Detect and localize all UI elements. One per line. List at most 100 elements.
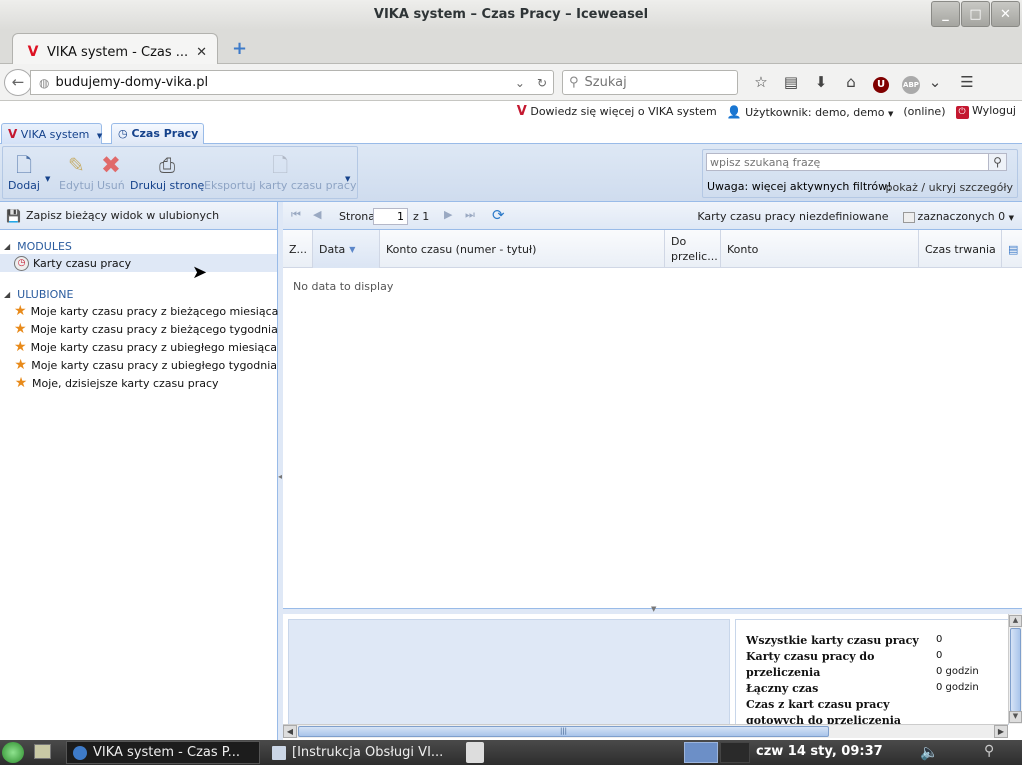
- learn-more-text: Dowiedz się więcej o VIKA system: [530, 105, 717, 118]
- column-header-account[interactable]: Konto: [721, 230, 919, 268]
- summary-vertical-scrollbar[interactable]: ▲ ▼: [1008, 614, 1022, 724]
- workspace-2[interactable]: [720, 742, 750, 763]
- show-desktop-icon[interactable]: [34, 744, 51, 759]
- scroll-left-icon[interactable]: ◀: [283, 725, 297, 738]
- window-title: VIKA system – Czas Pracy – Iceweasel: [373, 7, 649, 22]
- download-icon[interactable]: ⬇: [808, 70, 834, 95]
- home-icon[interactable]: ⌂: [838, 70, 864, 95]
- edit-icon: ✎: [68, 153, 85, 177]
- task-iceweasel[interactable]: VIKA system - Czas P...: [66, 741, 260, 764]
- favorite-item[interactable]: ★ Moje, dzisiejsze karty czasu pracy: [0, 374, 277, 392]
- tray-app-icon[interactable]: [466, 742, 484, 763]
- scroll-thumb[interactable]: |||: [298, 726, 829, 737]
- calendar-icon: [902, 211, 915, 223]
- globe-icon: ◍: [39, 75, 50, 90]
- logout-link[interactable]: ⏻ Wyloguj: [955, 104, 1016, 119]
- save-view-label: Zapisz bieżący widok w ulubionych: [25, 209, 220, 222]
- prev-page-icon[interactable]: ◀: [313, 208, 321, 221]
- start-menu-icon[interactable]: [2, 742, 24, 763]
- last-page-icon[interactable]: ⏭: [465, 208, 475, 222]
- add-dropdown-icon[interactable]: ▼: [45, 175, 50, 183]
- scroll-right-icon[interactable]: ▶: [994, 725, 1008, 738]
- user-menu[interactable]: 👤 Użytkownik: demo, demo ▼: [727, 105, 894, 119]
- scroll-down-icon[interactable]: ▼: [1009, 711, 1022, 723]
- tab-vika-system[interactable]: V VIKA system ▼: [1, 123, 102, 144]
- add-button[interactable]: 🗋 Dodaj: [8, 151, 40, 192]
- printer-icon: ⎙: [159, 153, 176, 177]
- column-header-date[interactable]: Data ▼: [313, 230, 380, 268]
- stat-value-total: 0 godzin: [936, 682, 979, 693]
- column-header-account-time[interactable]: Konto czasu (numer - tytuł): [380, 230, 665, 268]
- favorite-item[interactable]: ★ Moje karty czasu pracy z bieżącego mies…: [0, 302, 278, 320]
- favorite-item[interactable]: ★ Moje karty czasu pracy z bieżącego tygo…: [0, 320, 278, 338]
- volume-icon[interactable]: 🔈: [920, 743, 939, 761]
- url-bar[interactable]: ◍ budujemy-domy-vika.pl ⌄ ↻: [30, 70, 554, 95]
- workspace-switcher-icon[interactable]: [684, 742, 718, 763]
- task-label: [Instrukcja Obsługi VI...: [292, 745, 444, 760]
- logout-text: Wyloguj: [972, 104, 1016, 117]
- menu-icon[interactable]: ☰: [954, 70, 980, 95]
- selected-count-menu[interactable]: zaznaczonych 0 ▼: [902, 210, 1014, 223]
- reading-list-icon[interactable]: ▤: [778, 70, 804, 95]
- back-button[interactable]: ←: [4, 69, 32, 96]
- search-icon[interactable]: ⚲: [988, 153, 1007, 171]
- first-page-icon[interactable]: ⏮: [291, 208, 301, 222]
- browser-search-input[interactable]: [584, 75, 725, 90]
- close-window-button[interactable]: ✕: [991, 1, 1020, 27]
- print-button[interactable]: ⎙ Drukuj stronę: [130, 151, 204, 192]
- maximize-button[interactable]: □: [961, 1, 990, 27]
- browser-search-box[interactable]: ⚲: [562, 70, 738, 95]
- next-page-icon[interactable]: ▶: [444, 208, 452, 221]
- browser-tab[interactable]: V VIKA system - Czas ... ✕: [12, 33, 218, 64]
- tab-close-icon[interactable]: ✕: [196, 45, 207, 60]
- tree-item-label: Karty czasu pracy: [33, 256, 132, 270]
- tab-czas-pracy-label: Czas Pracy: [131, 127, 199, 140]
- reload-icon[interactable]: ↻: [537, 76, 547, 90]
- minimize-button[interactable]: _: [931, 1, 960, 27]
- export-dropdown-icon[interactable]: ▼: [345, 175, 350, 183]
- favorite-item[interactable]: ★ Moje karty czasu pracy z ubiegłego tygo…: [0, 356, 277, 374]
- toolbar-search: ⚲ Uwaga: więcej aktywnych filtrów! pokaż…: [702, 149, 1018, 198]
- modules-label: MODULES: [17, 239, 72, 253]
- favorites-category[interactable]: ◢ ULUBIONE: [0, 286, 277, 302]
- favorite-item[interactable]: ★ Moje karty czasu pracy z ubiegłego mies…: [0, 338, 277, 356]
- scroll-thumb[interactable]: [1010, 628, 1021, 712]
- tree-item-karty-czasu-pracy[interactable]: ◷ Karty czasu pracy: [0, 254, 277, 272]
- toggle-details-link[interactable]: pokaż / ukryj szczegóły: [886, 181, 1013, 194]
- edit-button[interactable]: ✎ Edytuj: [59, 151, 94, 192]
- phrase-search-input[interactable]: [706, 153, 989, 171]
- delete-label: Usuń: [97, 179, 125, 192]
- filters-warning: Uwaga: więcej aktywnych filtrów!: [707, 180, 892, 193]
- bookmark-star-icon[interactable]: ☆: [748, 70, 774, 95]
- details-horizontal-scrollbar[interactable]: ◀ ||| ▶: [283, 724, 1008, 738]
- chevron-down-icon[interactable]: ⌄: [928, 70, 942, 95]
- column-header-to-recalc[interactable]: Do przelic...: [665, 230, 721, 268]
- page-label: Strona: [339, 210, 376, 223]
- column-header-duration[interactable]: Czas trwania: [919, 230, 1002, 268]
- page-number-input[interactable]: [373, 208, 408, 225]
- refresh-icon[interactable]: ⟳: [492, 206, 505, 224]
- save-view-button[interactable]: 💾 Zapisz bieżący widok w ulubionych: [0, 202, 277, 230]
- app-header-links: V Dowiedz się więcej o VIKA system 👤 Uży…: [517, 104, 1016, 119]
- floppy-icon: 💾: [6, 208, 21, 223]
- collapse-arrow-icon: ◂: [278, 472, 283, 481]
- task-document[interactable]: [Instrukcja Obsługi VI...: [266, 741, 460, 764]
- column-header-status[interactable]: Z...: [283, 230, 313, 268]
- taskbar-clock[interactable]: czw 14 sty, 09:37: [756, 744, 883, 759]
- delete-button[interactable]: ✖ Usuń: [97, 151, 125, 192]
- learn-more-link[interactable]: V Dowiedz się więcej o VIKA system: [517, 104, 717, 119]
- search-icon[interactable]: ⚲: [984, 743, 994, 759]
- undefined-cards-link[interactable]: Karty czasu pracy niezdefiniowane: [697, 210, 888, 223]
- tab-czas-pracy[interactable]: ◷ Czas Pracy: [111, 123, 204, 144]
- ublock-icon[interactable]: U: [868, 70, 894, 95]
- new-tab-button[interactable]: +: [232, 38, 247, 59]
- export-button[interactable]: 🗋 Eksportuj karty czasu pracy: [204, 151, 356, 192]
- adblock-icon[interactable]: ABP: [898, 70, 924, 95]
- expand-triangle-icon[interactable]: ◢: [4, 242, 10, 251]
- modules-category[interactable]: ◢ MODULES: [0, 238, 277, 254]
- expand-triangle-icon[interactable]: ◢: [4, 290, 10, 299]
- url-dropdown-icon[interactable]: ⌄: [515, 76, 525, 90]
- vika-logo-icon: V: [516, 104, 527, 119]
- column-chooser-icon[interactable]: ▤: [1002, 230, 1022, 268]
- scroll-up-icon[interactable]: ▲: [1009, 615, 1022, 627]
